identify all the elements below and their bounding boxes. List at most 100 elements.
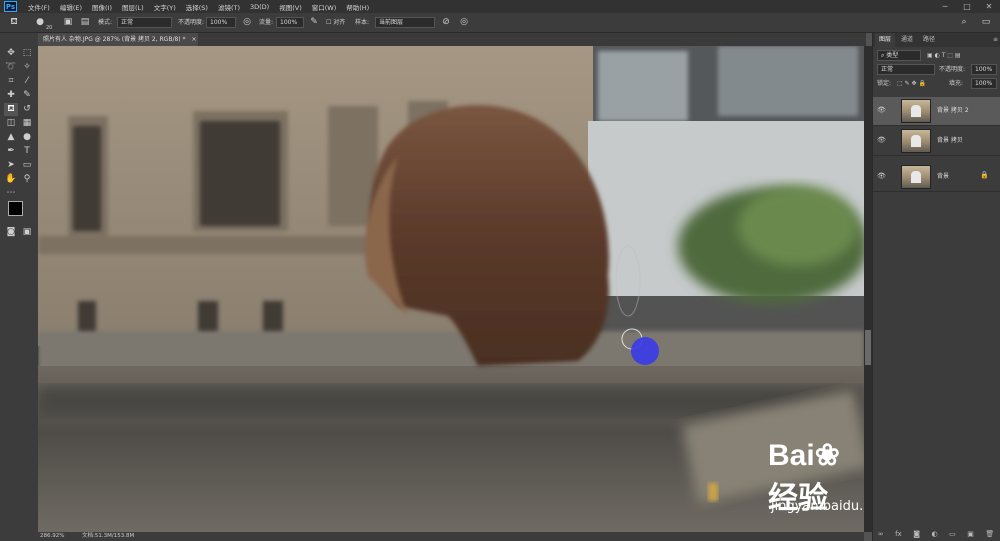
tab-layers[interactable]: 图层 (875, 33, 896, 47)
document-title: 照片有人 杂物.JPG @ 287% (背景 拷贝 2, RGB/8) * (43, 36, 186, 43)
photoshop-logo: Ps (4, 1, 17, 12)
layer-thumbnail (901, 129, 931, 153)
opacity-label: 不透明度: (178, 19, 205, 26)
fill-input[interactable]: 100% (971, 78, 997, 89)
menu-select[interactable]: 选择(S) (181, 2, 213, 12)
pen-tool-icon[interactable]: ✒ (4, 145, 18, 158)
hand-tool-icon[interactable]: ✋ (4, 173, 18, 186)
sample-label: 样本: (355, 19, 370, 26)
clone-stamp-tool-icon[interactable]: ⛾ (8, 16, 20, 28)
toggle-brush-panel-icon[interactable]: ▣ (62, 16, 74, 28)
lasso-tool-icon[interactable]: ➰ (4, 61, 18, 74)
search-icon[interactable]: ⌕ (958, 16, 970, 28)
minimize-button[interactable]: ─ (934, 0, 956, 13)
layer-name: 背景 拷贝 (937, 137, 963, 144)
maximize-button[interactable]: □ (956, 0, 978, 13)
new-layer-icon[interactable]: ▣ (967, 530, 974, 538)
panel-menu-icon[interactable]: ≡ (989, 33, 1000, 47)
airbrush-icon[interactable]: ✎ (308, 16, 320, 28)
menu-image[interactable]: 图像(I) (87, 2, 117, 12)
filter-kind-label: 类型 (886, 52, 899, 59)
image-canvas[interactable]: Bai❀经验 jingyan.baidu.com (38, 46, 864, 532)
layer-row-background[interactable]: 👁 背景 🔒 (873, 163, 1000, 192)
tab-paths[interactable]: 路径 (919, 33, 939, 47)
gradient-tool-icon[interactable]: ▦ (20, 117, 34, 130)
photo (38, 46, 864, 532)
lock-icon: 🔒 (980, 171, 989, 179)
delete-layer-icon[interactable]: 🗑 (985, 530, 994, 538)
layer-style-icon[interactable]: fx (895, 530, 902, 538)
doc-size: 文档:51.3M/153.8M (82, 533, 135, 539)
tools-panel: ✥ ⬚ ➰ ✧ ⌗ ⁄ ✚ ✎ ⛾ ↺ ◫ ▦ ▲ ● ✒ T ➤ ▭ ✋ ⚲ … (0, 33, 39, 541)
pressure-size-icon[interactable]: ◎ (458, 16, 470, 28)
layers-panel: 图层 通道 路径 ≡ ⌕ 类型 ▣ ◐ T ⬚ ▤ 正常 不透明度: 100% … (872, 33, 1000, 541)
type-tool-icon[interactable]: T (20, 145, 34, 158)
brush-preset-icon[interactable]: ● (34, 16, 46, 28)
clone-stamp-tool-icon[interactable]: ⛾ (4, 103, 18, 116)
tab-channels[interactable]: 通道 (897, 33, 917, 47)
menu-3d[interactable]: 3D(D) (245, 3, 274, 11)
flow-label: 流量: (259, 19, 274, 26)
foreground-color-swatch[interactable] (8, 201, 23, 216)
marquee-tool-icon[interactable]: ⬚ (20, 47, 34, 60)
workspace-icon[interactable]: ▭ (980, 16, 992, 28)
add-mask-icon[interactable]: ◙ (913, 530, 920, 538)
document-tab[interactable]: 照片有人 杂物.JPG @ 287% (背景 拷贝 2, RGB/8) * × (38, 33, 198, 46)
history-brush-tool-icon[interactable]: ↺ (20, 103, 34, 116)
mode-select[interactable]: 正常 (117, 17, 172, 28)
blend-mode-select[interactable]: 正常 (877, 64, 935, 75)
healing-brush-tool-icon[interactable]: ✚ (4, 89, 18, 102)
quick-mask-icon[interactable]: ◙ (4, 226, 18, 239)
opacity-input[interactable]: 100% (206, 17, 236, 28)
eye-icon[interactable]: 👁 (877, 172, 886, 180)
status-bar: 286.92% 文档:51.3M/153.8M (38, 532, 864, 541)
scroll-thumb[interactable] (865, 330, 871, 365)
adjustment-layer-icon[interactable]: ◐ (932, 530, 938, 538)
lock-label: 锁定: (877, 80, 892, 87)
menu-type[interactable]: 文字(Y) (149, 2, 181, 12)
close-document-icon[interactable]: × (191, 36, 196, 43)
link-layers-icon[interactable]: ∞ (878, 530, 884, 538)
close-window-button[interactable]: ✕ (978, 0, 1000, 13)
eye-icon[interactable]: 👁 (877, 136, 886, 144)
more-tools-icon[interactable]: ⋯ (4, 187, 18, 200)
toggle-clone-source-icon[interactable]: ▤ (79, 16, 91, 28)
zoom-tool-icon[interactable]: ⚲ (20, 173, 34, 186)
menu-layer[interactable]: 图层(L) (117, 2, 149, 12)
layer-opacity-label: 不透明度: (939, 66, 966, 73)
menu-filter[interactable]: 滤镜(T) (213, 2, 245, 12)
quick-select-tool-icon[interactable]: ✧ (20, 61, 34, 74)
menu-help[interactable]: 帮助(H) (341, 2, 374, 12)
brush-tool-icon[interactable]: ✎ (20, 89, 34, 102)
path-select-tool-icon[interactable]: ➤ (4, 159, 18, 172)
eyedropper-tool-icon[interactable]: ⁄ (20, 75, 34, 88)
layer-name: 背景 (937, 173, 950, 180)
ignore-adjustment-layers-icon[interactable]: ⊘ (440, 16, 452, 28)
vertical-scrollbar[interactable] (864, 46, 872, 532)
new-group-icon[interactable]: ▭ (949, 530, 956, 538)
layer-row-copy2[interactable]: 👁 背景 拷贝 2 (873, 97, 1000, 126)
crop-tool-icon[interactable]: ⌗ (4, 75, 18, 88)
menu-window[interactable]: 窗口(W) (307, 2, 342, 12)
zoom-level[interactable]: 286.92% (40, 532, 64, 541)
shape-tool-icon[interactable]: ▭ (20, 159, 34, 172)
filter-icons[interactable]: ▣ ◐ T ⬚ ▤ (927, 50, 961, 61)
menu-file[interactable]: 文件(F) (23, 2, 55, 12)
flow-input[interactable]: 100% (276, 17, 304, 28)
move-tool-icon[interactable]: ✥ (4, 47, 18, 60)
sample-select[interactable]: 当前图层 (375, 17, 435, 28)
lock-icons[interactable]: ⬚ ✎ ✥ 🔒 (897, 78, 926, 89)
dodge-tool-icon[interactable]: ● (20, 131, 34, 144)
blur-tool-icon[interactable]: ▲ (4, 131, 18, 144)
menu-edit[interactable]: 编辑(E) (55, 2, 87, 12)
eye-icon[interactable]: 👁 (877, 106, 886, 114)
aligned-checkbox[interactable]: ☐ 对齐 (326, 17, 345, 28)
layer-opacity-input[interactable]: 100% (971, 64, 997, 75)
filter-kind-select[interactable]: ⌕ 类型 (877, 50, 921, 61)
menu-view[interactable]: 视图(V) (274, 2, 307, 12)
screen-mode-icon[interactable]: ▣ (20, 226, 34, 239)
pressure-opacity-icon[interactable]: ◎ (241, 16, 253, 28)
layer-row-copy[interactable]: 👁 背景 拷贝 (873, 127, 1000, 156)
mode-label: 模式: (98, 19, 113, 26)
eraser-tool-icon[interactable]: ◫ (4, 117, 18, 130)
